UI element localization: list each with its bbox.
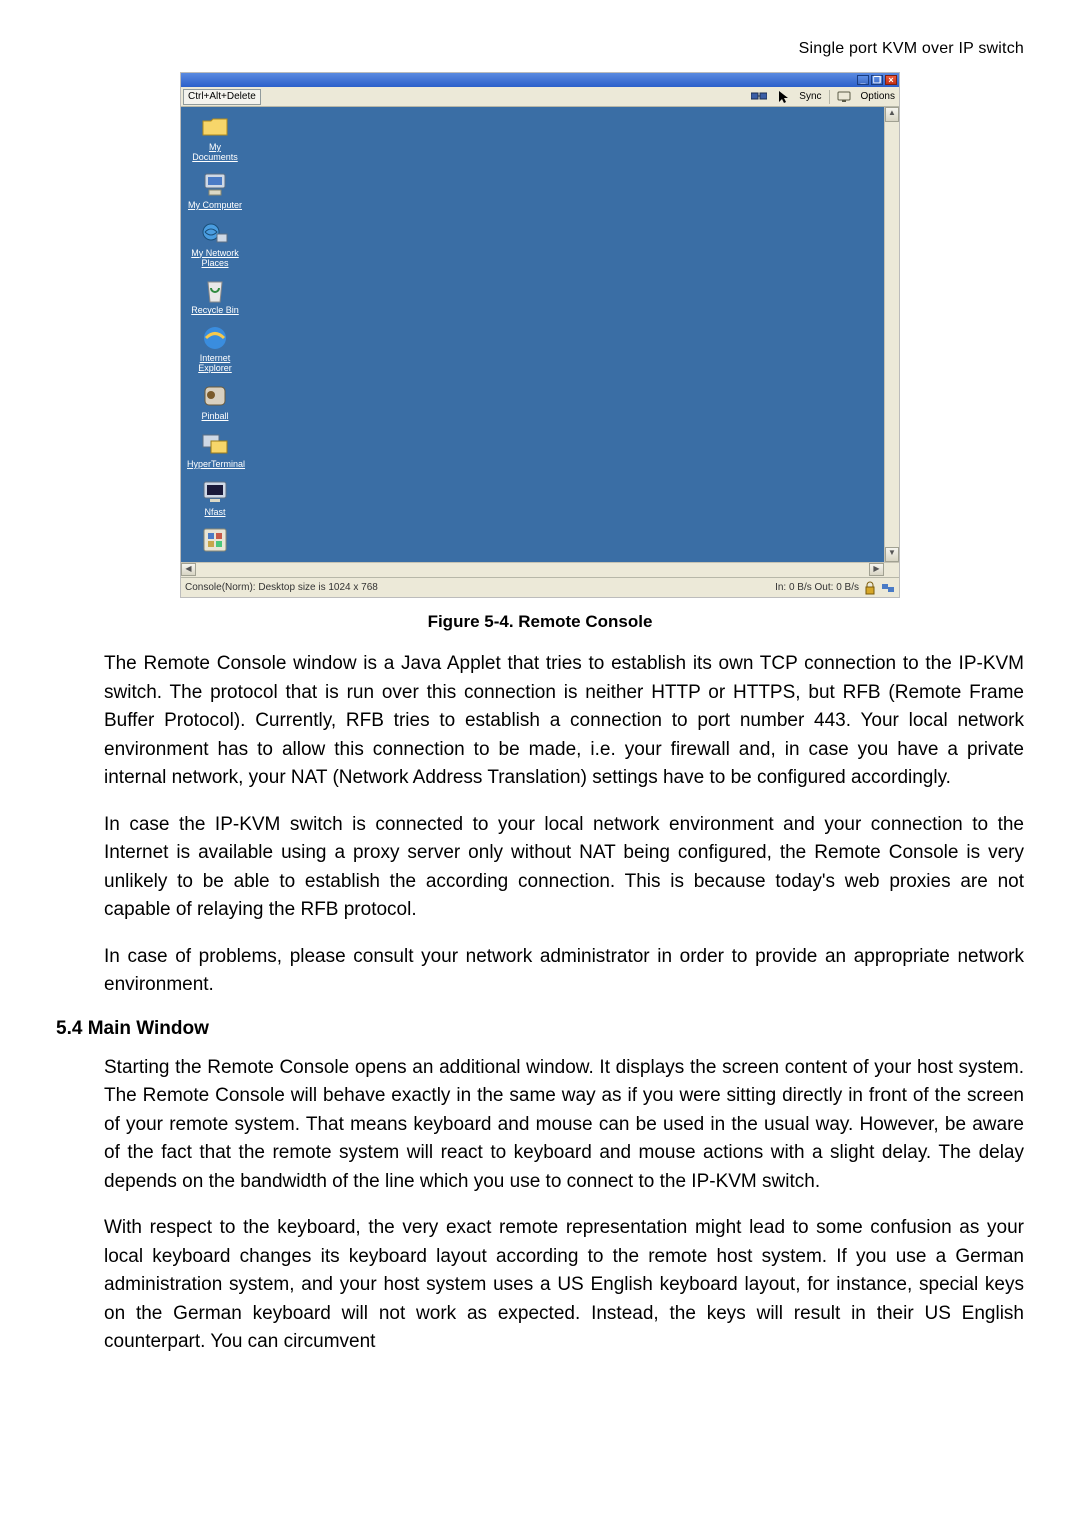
section-heading: 5.4 Main Window — [56, 1018, 1024, 1040]
desktop-icon-pinball[interactable]: Pinball — [187, 382, 243, 422]
network-icon — [201, 219, 229, 247]
desktop-icon-recycle-bin[interactable]: Recycle Bin — [187, 276, 243, 316]
desktop-icon-hyperterminal[interactable]: HyperTerminal — [187, 430, 243, 470]
desktop-icon-label: HyperTerminal — [187, 460, 243, 470]
page-header: Single port KVM over IP switch — [56, 40, 1024, 58]
minimize-button[interactable]: _ — [857, 75, 869, 85]
desktop-icon-my-computer[interactable]: My Computer — [187, 171, 243, 211]
folder-icon — [201, 113, 229, 141]
paragraph: The Remote Console window is a Java Appl… — [56, 650, 1024, 793]
connection-icon — [881, 581, 895, 595]
figure-caption: Figure 5-4. Remote Console — [56, 612, 1024, 632]
scroll-left-button[interactable]: ◀ — [181, 563, 196, 576]
desktop-icon-app[interactable] — [187, 526, 243, 554]
maximize-button[interactable]: ❐ — [871, 75, 883, 85]
lock-icon — [863, 581, 877, 595]
close-button[interactable]: × — [885, 75, 897, 85]
drive-redirect-icon[interactable] — [751, 91, 769, 103]
hyperterminal-icon — [201, 430, 229, 458]
console-statusbar: Console(Norm): Desktop size is 1024 x 76… — [181, 577, 899, 597]
scroll-down-button[interactable]: ▼ — [885, 547, 899, 562]
horizontal-scrollbar[interactable]: ◀ ▶ — [181, 562, 899, 577]
desktop-icon-label: Pinball — [187, 412, 243, 422]
ctrl-alt-delete-button[interactable]: Ctrl+Alt+Delete — [183, 89, 261, 105]
paragraph: With respect to the keyboard, the very e… — [56, 1214, 1024, 1357]
desktop-icon-label: Nfast — [187, 508, 243, 518]
options-button[interactable]: Options — [861, 91, 895, 102]
paragraph: In case of problems, please consult your… — [56, 943, 1024, 1000]
console-toolbar: Ctrl+Alt+Delete Sync Options — [181, 87, 899, 107]
scroll-up-button[interactable]: ▲ — [885, 107, 899, 122]
window-titlebar: _ ❐ × — [181, 73, 899, 87]
paragraph: In case the IP-KVM switch is connected t… — [56, 811, 1024, 925]
desktop-icon-nfast[interactable]: Nfast — [187, 478, 243, 518]
desktop-icon-label: My Computer — [187, 201, 243, 211]
paragraph: Starting the Remote Console opens an add… — [56, 1054, 1024, 1197]
desktop-icon-network-places[interactable]: My Network Places — [187, 219, 243, 269]
monitor-icon[interactable] — [837, 91, 853, 103]
pinball-icon — [201, 382, 229, 410]
desktop-icon-my-documents[interactable]: My Documents — [187, 113, 243, 163]
status-left: Console(Norm): Desktop size is 1024 x 76… — [185, 582, 378, 593]
desktop-icon-label: My Network Places — [187, 249, 243, 269]
cursor-icon[interactable] — [777, 90, 791, 104]
vertical-scrollbar[interactable]: ▲ ▼ — [884, 107, 899, 562]
remote-desktop-area[interactable]: My Documents My Computer My Network Plac… — [181, 107, 884, 562]
toolbar-separator — [829, 90, 830, 104]
sync-button[interactable]: Sync — [799, 91, 821, 102]
app-icon — [201, 526, 229, 554]
remote-console-window: _ ❐ × Ctrl+Alt+Delete Sync Options — [180, 72, 900, 598]
recycle-bin-icon — [201, 276, 229, 304]
computer-icon — [201, 171, 229, 199]
ie-icon — [201, 324, 229, 352]
status-right: In: 0 B/s Out: 0 B/s — [775, 582, 859, 593]
desktop-icon-label: Recycle Bin — [187, 306, 243, 316]
desktop-icon-internet-explorer[interactable]: Internet Explorer — [187, 324, 243, 374]
desktop-icon-label: Internet Explorer — [187, 354, 243, 374]
scroll-right-button[interactable]: ▶ — [869, 563, 884, 576]
desktop-icon-label: My Documents — [187, 143, 243, 163]
terminal-icon — [201, 478, 229, 506]
